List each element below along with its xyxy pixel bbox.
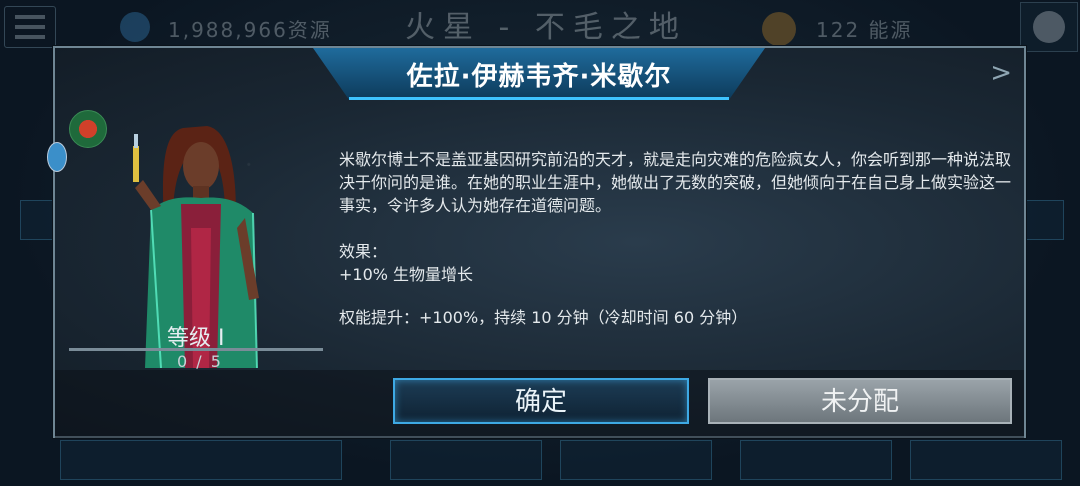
- effect-label: 效果：: [339, 242, 388, 261]
- level-progress-bar: [69, 348, 323, 351]
- background-topbar: 1,988,966资源 火星 - 不毛之地 122 能源: [0, 0, 1080, 52]
- menu-icon[interactable]: [4, 6, 56, 48]
- resources-counter: 1,988,966资源: [168, 18, 332, 42]
- next-arrow-icon[interactable]: >: [990, 58, 1012, 88]
- power-boost-text: 权能提升：+100%，持续 10 分钟（冷却时间 60 分钟）: [339, 308, 748, 327]
- unassign-button[interactable]: 未分配: [708, 378, 1012, 424]
- dialog-header: 佐拉·伊赫韦齐·米歇尔: [313, 48, 765, 100]
- biome-icon: [69, 110, 107, 148]
- globe-icon: [1033, 11, 1065, 43]
- character-description: 米歇尔博士不是盖亚基因研究前沿的天才，就是走向灾难的危险疯女人，你会听到那一种说…: [339, 150, 1012, 215]
- confirm-button[interactable]: 确定: [393, 378, 689, 424]
- globe-button[interactable]: [1020, 2, 1078, 52]
- energy-icon: [762, 12, 796, 46]
- effect-value: +10% 生物量增长: [339, 265, 474, 284]
- location-title: 火星 - 不毛之地: [405, 10, 687, 45]
- character-dialog: 佐拉·伊赫韦齐·米歇尔 > 等级 I 0 / 5 米歇尔博士不是盖亚基因研究前沿…: [47, 46, 1026, 438]
- side-handle[interactable]: [47, 142, 67, 172]
- resource-icon: [120, 12, 150, 42]
- energy-counter: 122 能源: [816, 18, 913, 42]
- level-count: 0 / 5: [177, 352, 223, 371]
- character-name: 佐拉·伊赫韦齐·米歇尔: [406, 62, 672, 92]
